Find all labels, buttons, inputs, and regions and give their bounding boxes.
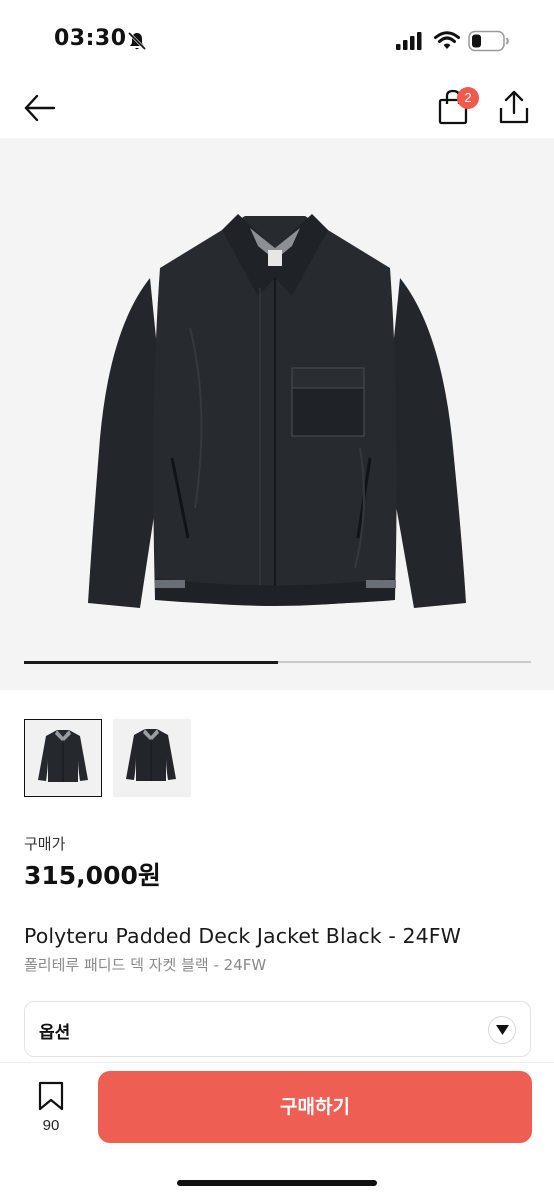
status-bar: 03:30 bbox=[0, 0, 554, 80]
option-dropdown-button[interactable] bbox=[488, 1016, 516, 1044]
home-indicator bbox=[177, 1180, 377, 1186]
thumbnail-image bbox=[38, 730, 88, 782]
price-value: 315,000원 bbox=[24, 861, 161, 890]
bottom-action-bar: 90 구매하기 bbox=[0, 1062, 554, 1200]
product-image bbox=[88, 214, 466, 608]
signal-icon bbox=[396, 32, 422, 50]
status-time: 03:30 bbox=[54, 26, 127, 51]
product-image-carousel[interactable] bbox=[0, 138, 554, 690]
wifi-icon bbox=[434, 31, 460, 49]
carousel-progress-fill bbox=[24, 660, 278, 664]
product-title: Polyteru Padded Deck Jacket Black - 24FW bbox=[24, 924, 462, 948]
thumbnail-1[interactable] bbox=[24, 719, 102, 797]
price-label: 구매가 bbox=[24, 835, 66, 853]
option-label: 옵션 bbox=[39, 1023, 71, 1043]
back-arrow-icon[interactable] bbox=[22, 90, 58, 126]
bookmark-button[interactable]: 90 bbox=[30, 1079, 72, 1139]
product-title-korean: 폴리테루 패디드 덱 자켓 블랙 - 24FW bbox=[24, 956, 267, 974]
thumbnail-image bbox=[126, 729, 176, 781]
bookmark-count: 90 bbox=[42, 1117, 60, 1134]
caret-down-icon bbox=[496, 1025, 509, 1035]
share-icon[interactable] bbox=[498, 88, 530, 126]
cart-count-badge: 2 bbox=[457, 87, 479, 109]
bookmark-icon bbox=[38, 1081, 64, 1111]
battery-icon bbox=[468, 30, 509, 52]
buy-button[interactable]: 구매하기 bbox=[98, 1071, 532, 1143]
option-selector[interactable]: 옵션 bbox=[24, 1001, 531, 1057]
carousel-progress-track bbox=[24, 660, 531, 664]
thumbnail-2[interactable] bbox=[113, 719, 191, 797]
bell-off-icon bbox=[127, 31, 147, 51]
